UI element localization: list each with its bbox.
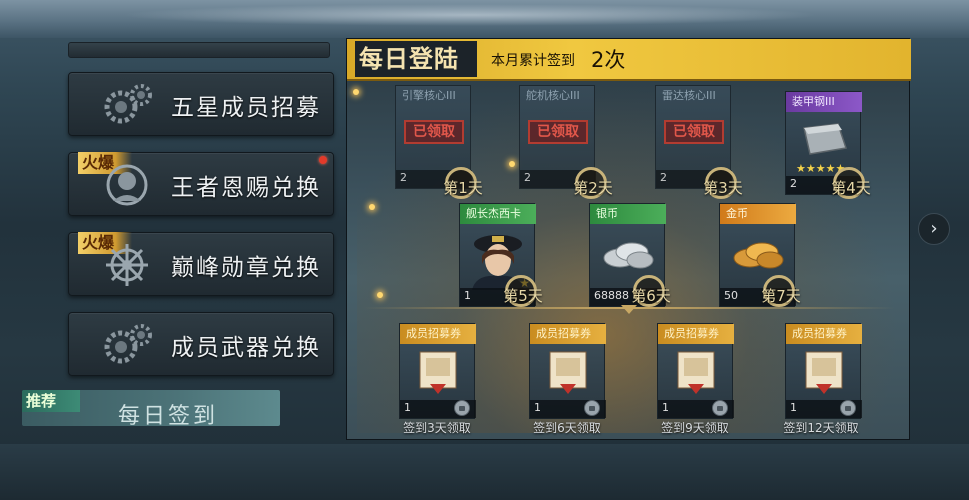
reward-name: 舰长杰西卡 [460, 204, 536, 224]
ticket-card-6day[interactable]: 成员招募券 1 [529, 323, 606, 419]
day-label: 第3天 [703, 179, 743, 197]
day-label: 第1天 [443, 179, 483, 197]
reward-quantity: 2 [524, 171, 531, 184]
panel-header: 每日登陆 本月累计签到 2次 [347, 39, 911, 81]
spark-effect [369, 204, 375, 210]
day-badge: 第4天 [819, 167, 883, 201]
spark-effect [509, 161, 515, 167]
recommend-tag: 推荐 [22, 390, 80, 412]
notification-dot [319, 156, 327, 164]
menu-item-king-grace-exchange[interactable]: 火爆 王者恩赐兑换 [68, 152, 334, 216]
day-label: 第4天 [831, 179, 871, 197]
day-label: 第7天 [761, 287, 801, 305]
steel-plate-icon [803, 123, 847, 155]
menu-item-label: 王者恩赐兑换 [171, 175, 321, 201]
next-page-button[interactable]: › [918, 213, 950, 245]
lock-icon [840, 400, 856, 416]
daily-login-panel: 每日登陆 本月累计签到 2次 引擎核心III 已领取 2 第1天 舵机核心III… [346, 38, 911, 440]
ticket-card-12day[interactable]: 成员招募券 1 [785, 323, 862, 419]
reward-name: 装甲钢III [786, 92, 862, 112]
signin-count-value: 2次 [591, 48, 626, 72]
menu-item-daily-signin[interactable]: 推荐 每日签到 [22, 390, 280, 426]
claimed-stamp: 已领取 [404, 120, 464, 144]
bottom-background [0, 444, 969, 500]
silver-coin-icon [603, 242, 654, 269]
menu-item-weapon-exchange[interactable]: 成员武器兑换 [68, 312, 334, 376]
menu-item-label: 巅峰勋章兑换 [171, 255, 321, 281]
day-badge: 第1天 [431, 167, 495, 201]
day-label: 第2天 [573, 179, 613, 197]
signin-count-label: 本月累计签到 [491, 53, 575, 69]
sky-background [0, 0, 969, 38]
menu-item-label: 成员武器兑换 [171, 335, 321, 361]
reward-quantity: 50 [724, 289, 738, 302]
reward-quantity: 1 [464, 289, 471, 302]
reward-name: 银币 [590, 204, 666, 224]
claimed-stamp: 已领取 [664, 120, 724, 144]
menu-item-peak-medal-exchange[interactable]: 火爆 巅峰勋章兑换 [68, 232, 334, 296]
ticket-quantity: 1 [662, 401, 669, 414]
ticket-name: 成员招募券 [400, 324, 476, 344]
ticket-card-9day[interactable]: 成员招募券 1 [657, 323, 734, 419]
certificate-icon [677, 351, 715, 394]
day-badge: 第7天 [749, 275, 813, 309]
certificate-icon [805, 351, 843, 394]
claimed-stamp: 已领取 [528, 120, 588, 144]
panel-title: 每日登陆 [355, 41, 477, 77]
face-icon [106, 164, 148, 206]
chevron-down-icon [621, 305, 637, 314]
ticket-unlock-condition: 签到9天领取 [661, 421, 729, 435]
day-label: 第6天 [631, 287, 671, 305]
menu-item-label: 五星成员招募 [171, 95, 321, 121]
reward-quantity: 2 [400, 171, 407, 184]
reward-name: 雷达核心III [662, 89, 716, 102]
spark-effect [377, 292, 383, 298]
lock-icon [454, 400, 470, 416]
spark-effect [353, 89, 359, 95]
gear-icon [104, 324, 152, 364]
lock-icon [712, 400, 728, 416]
day-badge: 第3天 [691, 167, 755, 201]
menu-item-label: 每日签到 [118, 404, 219, 426]
reward-name: 金币 [720, 204, 796, 224]
reward-quantity: 2 [660, 171, 667, 184]
ticket-unlock-condition: 签到3天领取 [403, 421, 471, 435]
ticket-quantity: 1 [534, 401, 541, 414]
day-label: 第5天 [503, 287, 543, 305]
certificate-icon [549, 351, 587, 394]
ticket-name: 成员招募券 [530, 324, 606, 344]
gear-icon [104, 84, 152, 124]
reward-quantity: 2 [790, 177, 797, 190]
ticket-quantity: 1 [790, 401, 797, 414]
day-badge: 第6天 [619, 275, 683, 309]
lock-icon [584, 400, 600, 416]
ticket-unlock-condition: 签到12天领取 [783, 421, 859, 435]
ticket-card-3day[interactable]: 成员招募券 1 [399, 323, 476, 419]
reward-name: 舵机核心III [526, 89, 580, 102]
menu-scroll-edge [68, 42, 330, 58]
menu-item-five-star-recruit[interactable]: 五星成员招募 [68, 72, 334, 136]
reward-name: 引擎核心III [402, 89, 456, 102]
ship-wheel-icon [106, 244, 148, 286]
ticket-unlock-condition: 签到6天领取 [533, 421, 601, 435]
ticket-name: 成员招募券 [786, 324, 862, 344]
ticket-name: 成员招募券 [658, 324, 734, 344]
certificate-icon [419, 351, 457, 394]
gold-coin-icon [733, 242, 784, 269]
day-badge: 第5天 [491, 275, 555, 309]
ticket-quantity: 1 [404, 401, 411, 414]
day-badge: 第2天 [561, 167, 625, 201]
